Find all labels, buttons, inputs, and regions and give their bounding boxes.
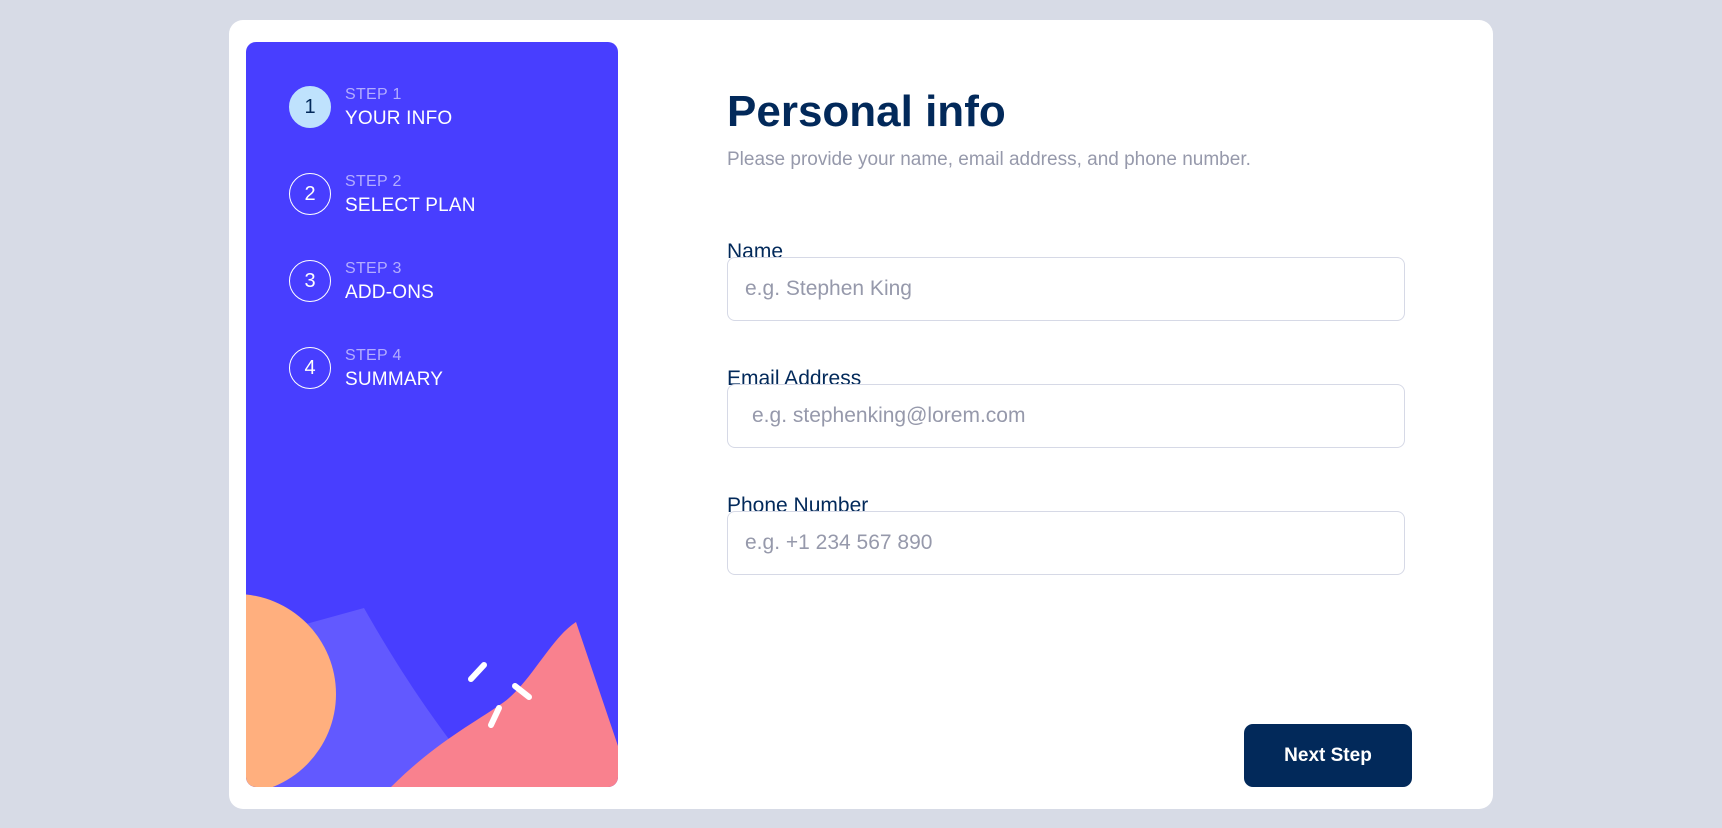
step-number-badge: 2 — [289, 173, 331, 215]
step-title: SELECT PLAN — [345, 195, 476, 216]
email-input[interactable] — [727, 384, 1405, 448]
sidebar-pink-shape — [391, 622, 618, 787]
step-label: STEP 4 — [345, 347, 402, 364]
page-title: Personal info — [727, 87, 1006, 136]
next-step-button[interactable]: Next Step — [1244, 724, 1412, 787]
step-title: SUMMARY — [345, 369, 444, 390]
page-subtitle: Please provide your name, email address,… — [727, 149, 1251, 170]
step-number-badge: 1 — [289, 86, 331, 128]
steps-sidebar: 1 STEP 1 YOUR INFO 2 STEP 2 SELECT PLAN … — [246, 42, 618, 787]
sidebar-decoration — [246, 594, 618, 787]
sidebar-step-2[interactable]: 2 STEP 2 SELECT PLAN — [289, 173, 589, 217]
personal-info-form: Personal info Please provide your name, … — [727, 20, 1427, 809]
phone-input[interactable] — [727, 511, 1405, 575]
step-label: STEP 1 — [345, 86, 402, 103]
step-number-badge: 4 — [289, 347, 331, 389]
step-title: YOUR INFO — [345, 108, 453, 129]
step-title: ADD-ONS — [345, 282, 435, 303]
form-card: 1 STEP 1 YOUR INFO 2 STEP 2 SELECT PLAN … — [229, 20, 1493, 809]
sidebar-step-4[interactable]: 4 STEP 4 SUMMARY — [289, 347, 589, 391]
sidebar-step-1[interactable]: 1 STEP 1 YOUR INFO — [289, 86, 589, 130]
name-input[interactable] — [727, 257, 1405, 321]
step-label: STEP 2 — [345, 173, 402, 190]
sidebar-step-3[interactable]: 3 STEP 3 ADD-ONS — [289, 260, 589, 304]
sidebar-spark-line — [468, 662, 487, 682]
step-label: STEP 3 — [345, 260, 402, 277]
step-number-badge: 3 — [289, 260, 331, 302]
